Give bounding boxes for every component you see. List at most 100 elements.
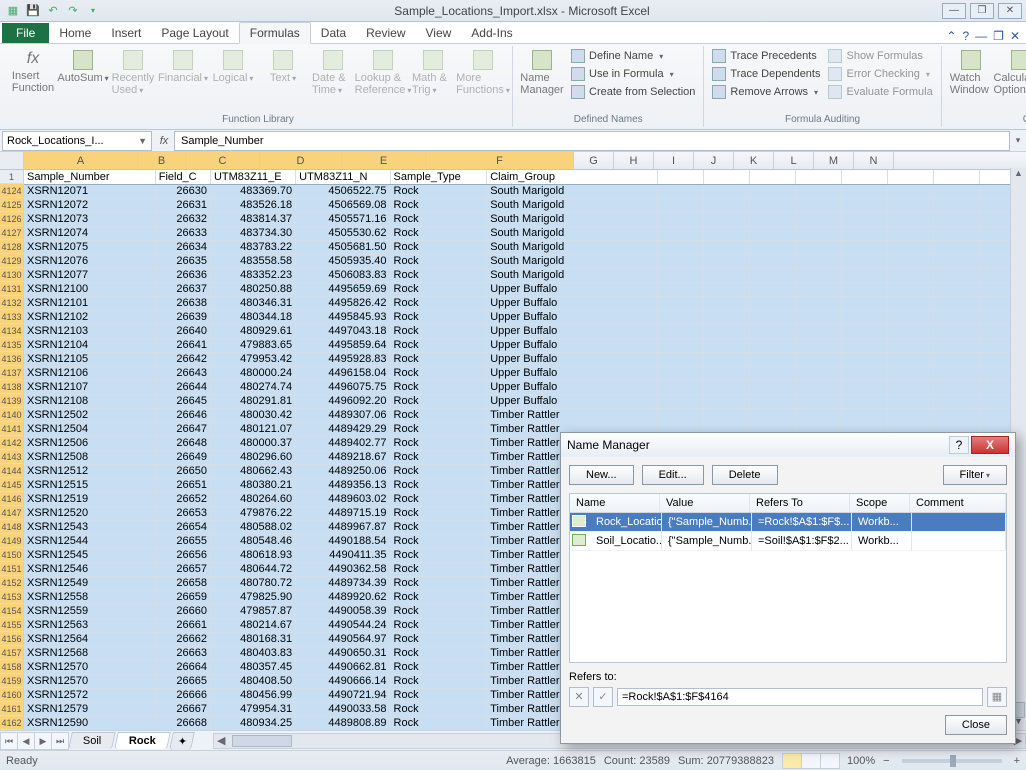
- row-header[interactable]: 4151: [0, 562, 24, 576]
- table-row[interactable]: XSRN1210426641479883.654495859.64RockUpp…: [24, 338, 1026, 352]
- remove-arrows-button[interactable]: Remove Arrows: [710, 84, 822, 100]
- qat-dropdown-icon[interactable]: ▾: [84, 2, 102, 20]
- column-header-L[interactable]: L: [774, 152, 814, 169]
- row-header[interactable]: 4139: [0, 394, 24, 408]
- row-header[interactable]: 4124: [0, 184, 24, 198]
- row-header[interactable]: 4155: [0, 618, 24, 632]
- scroll-left-icon[interactable]: ◀: [214, 734, 228, 747]
- row-header[interactable]: 4162: [0, 716, 24, 730]
- page-layout-view-button[interactable]: [801, 753, 821, 769]
- lookup-ref-button[interactable]: Lookup & Reference: [360, 48, 406, 98]
- zoom-level[interactable]: 100%: [847, 755, 875, 767]
- last-sheet-icon[interactable]: ⏭: [51, 732, 69, 750]
- col-refers[interactable]: Refers To: [750, 494, 850, 512]
- row-header[interactable]: 4161: [0, 702, 24, 716]
- name-box[interactable]: Rock_Locations_I...▼: [2, 131, 152, 151]
- row-header[interactable]: 4131: [0, 282, 24, 296]
- prev-sheet-icon[interactable]: ◀: [17, 732, 35, 750]
- zoom-thumb[interactable]: [950, 755, 956, 767]
- evaluate-formula-button[interactable]: Evaluate Formula: [826, 84, 934, 100]
- column-header-D[interactable]: D: [260, 152, 342, 169]
- column-header-K[interactable]: K: [734, 152, 774, 169]
- error-checking-button[interactable]: Error Checking: [826, 66, 934, 82]
- more-functions-button[interactable]: More Functions: [460, 48, 506, 98]
- tab-data[interactable]: Data: [311, 23, 356, 43]
- row-header[interactable]: 4137: [0, 366, 24, 380]
- col-value[interactable]: Value: [660, 494, 750, 512]
- row-header[interactable]: 4154: [0, 604, 24, 618]
- tab-formulas[interactable]: Formulas: [239, 22, 311, 44]
- row-header[interactable]: 4133: [0, 310, 24, 324]
- row-header[interactable]: 4130: [0, 268, 24, 282]
- row-header[interactable]: 4157: [0, 646, 24, 660]
- table-row[interactable]: XSRN1210526642479953.424495928.83RockUpp…: [24, 352, 1026, 366]
- tab-insert[interactable]: Insert: [101, 23, 151, 43]
- page-break-view-button[interactable]: [820, 753, 840, 769]
- mdi-restore-icon[interactable]: ❐: [993, 29, 1004, 43]
- insert-function-button[interactable]: fxInsert Function: [10, 48, 56, 96]
- column-header-I[interactable]: I: [654, 152, 694, 169]
- row-header[interactable]: 4135: [0, 338, 24, 352]
- row-header[interactable]: 4149: [0, 534, 24, 548]
- filter-button[interactable]: Filter: [943, 465, 1007, 485]
- table-row[interactable]: XSRN1250226646480030.424489307.06RockTim…: [24, 408, 1026, 422]
- text-button[interactable]: Text: [260, 48, 306, 86]
- row-header[interactable]: 4129: [0, 254, 24, 268]
- column-header-C[interactable]: C: [186, 152, 260, 169]
- accept-refers-icon[interactable]: ✓: [593, 687, 613, 707]
- table-row[interactable]: XSRN1207726636483352.234506083.83RockSou…: [24, 268, 1026, 282]
- row-header[interactable]: 4153: [0, 590, 24, 604]
- financial-button[interactable]: Financial: [160, 48, 206, 86]
- row-header[interactable]: 4132: [0, 296, 24, 310]
- row-header[interactable]: 4148: [0, 520, 24, 534]
- minimize-button[interactable]: —: [942, 3, 966, 19]
- row-header[interactable]: 4128: [0, 240, 24, 254]
- column-header-A[interactable]: A: [24, 152, 138, 169]
- column-header-M[interactable]: M: [814, 152, 854, 169]
- row-header[interactable]: 1: [0, 170, 24, 184]
- row-header[interactable]: 4143: [0, 450, 24, 464]
- row-header[interactable]: 4142: [0, 436, 24, 450]
- normal-view-button[interactable]: [782, 753, 802, 769]
- dialog-close-icon[interactable]: X: [971, 436, 1009, 454]
- zoom-out-icon[interactable]: −: [883, 755, 889, 767]
- minimize-ribbon-icon[interactable]: ⌃: [946, 29, 956, 43]
- expand-formula-bar-icon[interactable]: ▾: [1010, 135, 1026, 146]
- mdi-minimize-icon[interactable]: —: [975, 29, 987, 43]
- redo-icon[interactable]: ↷: [64, 2, 82, 20]
- row-header[interactable]: 4126: [0, 212, 24, 226]
- table-row[interactable]: XSRN1210826645480291.814496092.20RockUpp…: [24, 394, 1026, 408]
- column-header-J[interactable]: J: [694, 152, 734, 169]
- row-header[interactable]: 4158: [0, 660, 24, 674]
- sheet-tab-soil[interactable]: Soil: [68, 732, 116, 749]
- row-header[interactable]: 4136: [0, 352, 24, 366]
- show-formulas-button[interactable]: Show Formulas: [826, 48, 934, 64]
- create-from-selection-button[interactable]: Create from Selection: [569, 84, 697, 100]
- recently-used-button[interactable]: Recently Used: [110, 48, 156, 98]
- table-row[interactable]: XSRN1207226631483526.184506569.08RockSou…: [24, 198, 1026, 212]
- define-name-button[interactable]: Define Name: [569, 48, 697, 64]
- table-row[interactable]: XSRN1207626635483558.584505935.40RockSou…: [24, 254, 1026, 268]
- name-list[interactable]: Name Value Refers To Scope Comment Rock_…: [569, 493, 1007, 663]
- mdi-close-icon[interactable]: ✕: [1010, 29, 1020, 43]
- undo-icon[interactable]: ↶: [44, 2, 62, 20]
- row-header[interactable]: 4147: [0, 506, 24, 520]
- column-header-F[interactable]: F: [426, 152, 574, 169]
- zoom-slider[interactable]: [902, 759, 1002, 763]
- table-row[interactable]: XSRN1207526634483783.224505681.50RockSou…: [24, 240, 1026, 254]
- dialog-help-icon[interactable]: ?: [949, 436, 969, 454]
- new-sheet-button[interactable]: ✦: [169, 732, 195, 750]
- save-icon[interactable]: 💾: [24, 2, 42, 20]
- calculation-options-button[interactable]: Calculation Options: [998, 48, 1026, 98]
- first-sheet-icon[interactable]: ⏮: [0, 732, 18, 750]
- row-header[interactable]: 4150: [0, 548, 24, 562]
- fx-icon[interactable]: fx: [154, 135, 174, 147]
- next-sheet-icon[interactable]: ▶: [34, 732, 52, 750]
- help-icon[interactable]: ?: [962, 29, 969, 43]
- table-row[interactable]: XSRN1210126638480346.314495826.42RockUpp…: [24, 296, 1026, 310]
- column-header-G[interactable]: G: [574, 152, 614, 169]
- table-row[interactable]: XSRN1210026637480250.884495659.69RockUpp…: [24, 282, 1026, 296]
- sheet-tab-rock[interactable]: Rock: [115, 732, 172, 749]
- column-header-E[interactable]: E: [342, 152, 426, 169]
- table-row[interactable]: XSRN1210726644480274.744496075.75RockUpp…: [24, 380, 1026, 394]
